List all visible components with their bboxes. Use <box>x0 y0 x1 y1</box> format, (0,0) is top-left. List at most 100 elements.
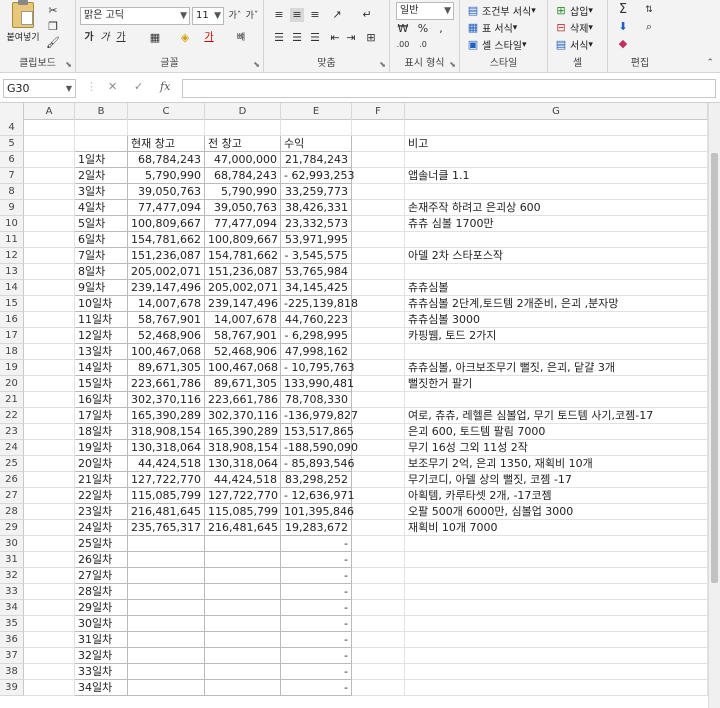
cell-f28[interactable] <box>352 504 405 520</box>
row-header[interactable]: 28 <box>0 504 24 520</box>
cell-d18[interactable]: 52,468,906 <box>205 344 281 360</box>
cell-b12[interactable]: 7일차 <box>75 248 128 264</box>
cell-a13[interactable] <box>24 264 75 280</box>
format-as-table-button[interactable]: ▦ 표 서식 ▾ <box>466 20 518 36</box>
row-header[interactable]: 34 <box>0 600 24 616</box>
cell-e8[interactable]: 33,259,773 <box>281 184 352 200</box>
row-header[interactable]: 33 <box>0 584 24 600</box>
formula-input[interactable] <box>182 79 716 98</box>
row-header[interactable]: 35 <box>0 616 24 632</box>
cell-f14[interactable] <box>352 280 405 296</box>
cancel-icon[interactable]: ✕ <box>108 80 117 93</box>
number-format-select[interactable]: 일반 ▼ <box>396 2 454 20</box>
cell-e23[interactable]: 153,517,865 <box>281 424 354 440</box>
cell-e27[interactable]: - 12,636,971 <box>281 488 354 504</box>
row-header[interactable]: 29 <box>0 520 24 536</box>
cell-d25[interactable]: 130,318,064 <box>205 456 281 472</box>
cell-g27[interactable]: 아획템, 카루타셋 2개, -17코젬 <box>405 488 708 504</box>
row-header[interactable]: 22 <box>0 408 24 424</box>
row-header[interactable]: 8 <box>0 184 24 200</box>
cell-a29[interactable] <box>24 520 75 536</box>
italic-icon[interactable]: 가 <box>98 31 112 45</box>
cell-b21[interactable]: 16일차 <box>75 392 128 408</box>
cell-f29[interactable] <box>352 520 405 536</box>
cell-b35[interactable]: 30일차 <box>75 616 128 632</box>
column-header-c[interactable]: C <box>128 103 205 120</box>
cell-d39[interactable] <box>205 680 281 696</box>
cell-a30[interactable] <box>24 536 75 552</box>
cell-a20[interactable] <box>24 376 75 392</box>
cell-f39[interactable] <box>352 680 405 696</box>
cell-d29[interactable]: 216,481,645 <box>205 520 281 536</box>
cell-g21[interactable] <box>405 392 708 408</box>
cell-b14[interactable]: 9일차 <box>75 280 128 296</box>
cell-f36[interactable] <box>352 632 405 648</box>
orientation-icon[interactable]: ↗ <box>330 8 344 22</box>
cell-g5[interactable]: 비고 <box>405 136 708 152</box>
cell-c5[interactable]: 현재 창고 <box>128 136 205 152</box>
cell-d24[interactable]: 318,908,154 <box>205 440 281 456</box>
cell-a8[interactable] <box>24 184 75 200</box>
cell-c26[interactable]: 127,722,770 <box>128 472 205 488</box>
cell-c6[interactable]: 68,784,243 <box>128 152 205 168</box>
cell-d35[interactable] <box>205 616 281 632</box>
cell-f10[interactable] <box>352 216 405 232</box>
row-header[interactable]: 32 <box>0 568 24 584</box>
cell-g8[interactable] <box>405 184 708 200</box>
cell-a28[interactable] <box>24 504 75 520</box>
cell-c38[interactable] <box>128 664 205 680</box>
cell-a5[interactable] <box>24 136 75 152</box>
cell-c36[interactable] <box>128 632 205 648</box>
cell-b9[interactable]: 4일차 <box>75 200 128 216</box>
cell-b17[interactable]: 12일차 <box>75 328 128 344</box>
cell-c21[interactable]: 302,370,116 <box>128 392 205 408</box>
cell-d28[interactable]: 115,085,799 <box>205 504 281 520</box>
cell-d27[interactable]: 127,722,770 <box>205 488 281 504</box>
cell-b38[interactable]: 33일차 <box>75 664 128 680</box>
delete-button[interactable]: ⊟ 삭제 ▾ <box>554 20 593 36</box>
cell-b22[interactable]: 17일차 <box>75 408 128 424</box>
row-header[interactable]: 38 <box>0 664 24 680</box>
row-header[interactable]: 21 <box>0 392 24 408</box>
cell-f27[interactable] <box>352 488 405 504</box>
cell-a23[interactable] <box>24 424 75 440</box>
cell-c30[interactable] <box>128 536 205 552</box>
format-painter-icon[interactable]: 🖌 <box>46 36 60 50</box>
cell-d13[interactable]: 151,236,087 <box>205 264 281 280</box>
format-button[interactable]: ▤ 서식 ▾ <box>554 37 593 53</box>
cell-b36[interactable]: 31일차 <box>75 632 128 648</box>
cell-f19[interactable] <box>352 360 405 376</box>
cell-e33[interactable]: - <box>281 584 352 600</box>
cell-e34[interactable]: - <box>281 600 352 616</box>
cell-c27[interactable]: 115,085,799 <box>128 488 205 504</box>
cell-f11[interactable] <box>352 232 405 248</box>
cell-g9[interactable]: 손재주작 하려고 은괴상 600 <box>405 200 708 216</box>
row-header[interactable]: 19 <box>0 360 24 376</box>
cell-e38[interactable]: - <box>281 664 352 680</box>
cell-c32[interactable] <box>128 568 205 584</box>
decrease-indent-icon[interactable]: ⇤ <box>328 31 342 45</box>
cell-g32[interactable] <box>405 568 708 584</box>
cell-b10[interactable]: 5일차 <box>75 216 128 232</box>
cell-g16[interactable]: 츄츄심볼 3000 <box>405 312 708 328</box>
cell-g7[interactable]: 앱솔너클 1.1 <box>405 168 708 184</box>
cell-b11[interactable]: 6일차 <box>75 232 128 248</box>
cell-d7[interactable]: 68,784,243 <box>205 168 281 184</box>
cell-b23[interactable]: 18일차 <box>75 424 128 440</box>
cell-g30[interactable] <box>405 536 708 552</box>
increase-font-icon[interactable]: 가ˆ <box>228 9 242 23</box>
cell-e4[interactable] <box>281 120 352 136</box>
row-header[interactable]: 17 <box>0 328 24 344</box>
cell-g22[interactable]: 여로, 츄츄, 레헬른 심볼업, 무기 토드템 사기,코젬-17 <box>405 408 708 424</box>
cell-f26[interactable] <box>352 472 405 488</box>
scrollbar-thumb[interactable] <box>711 153 718 583</box>
cell-e25[interactable]: - 85,893,546 <box>281 456 354 472</box>
cell-d10[interactable]: 77,477,094 <box>205 216 281 232</box>
row-header[interactable]: 6 <box>0 152 24 168</box>
column-header-f[interactable]: F <box>352 103 405 120</box>
cell-g13[interactable] <box>405 264 708 280</box>
row-header[interactable]: 15 <box>0 296 24 312</box>
cell-c12[interactable]: 151,236,087 <box>128 248 205 264</box>
cell-e31[interactable]: - <box>281 552 352 568</box>
cell-d5[interactable]: 전 창고 <box>205 136 281 152</box>
